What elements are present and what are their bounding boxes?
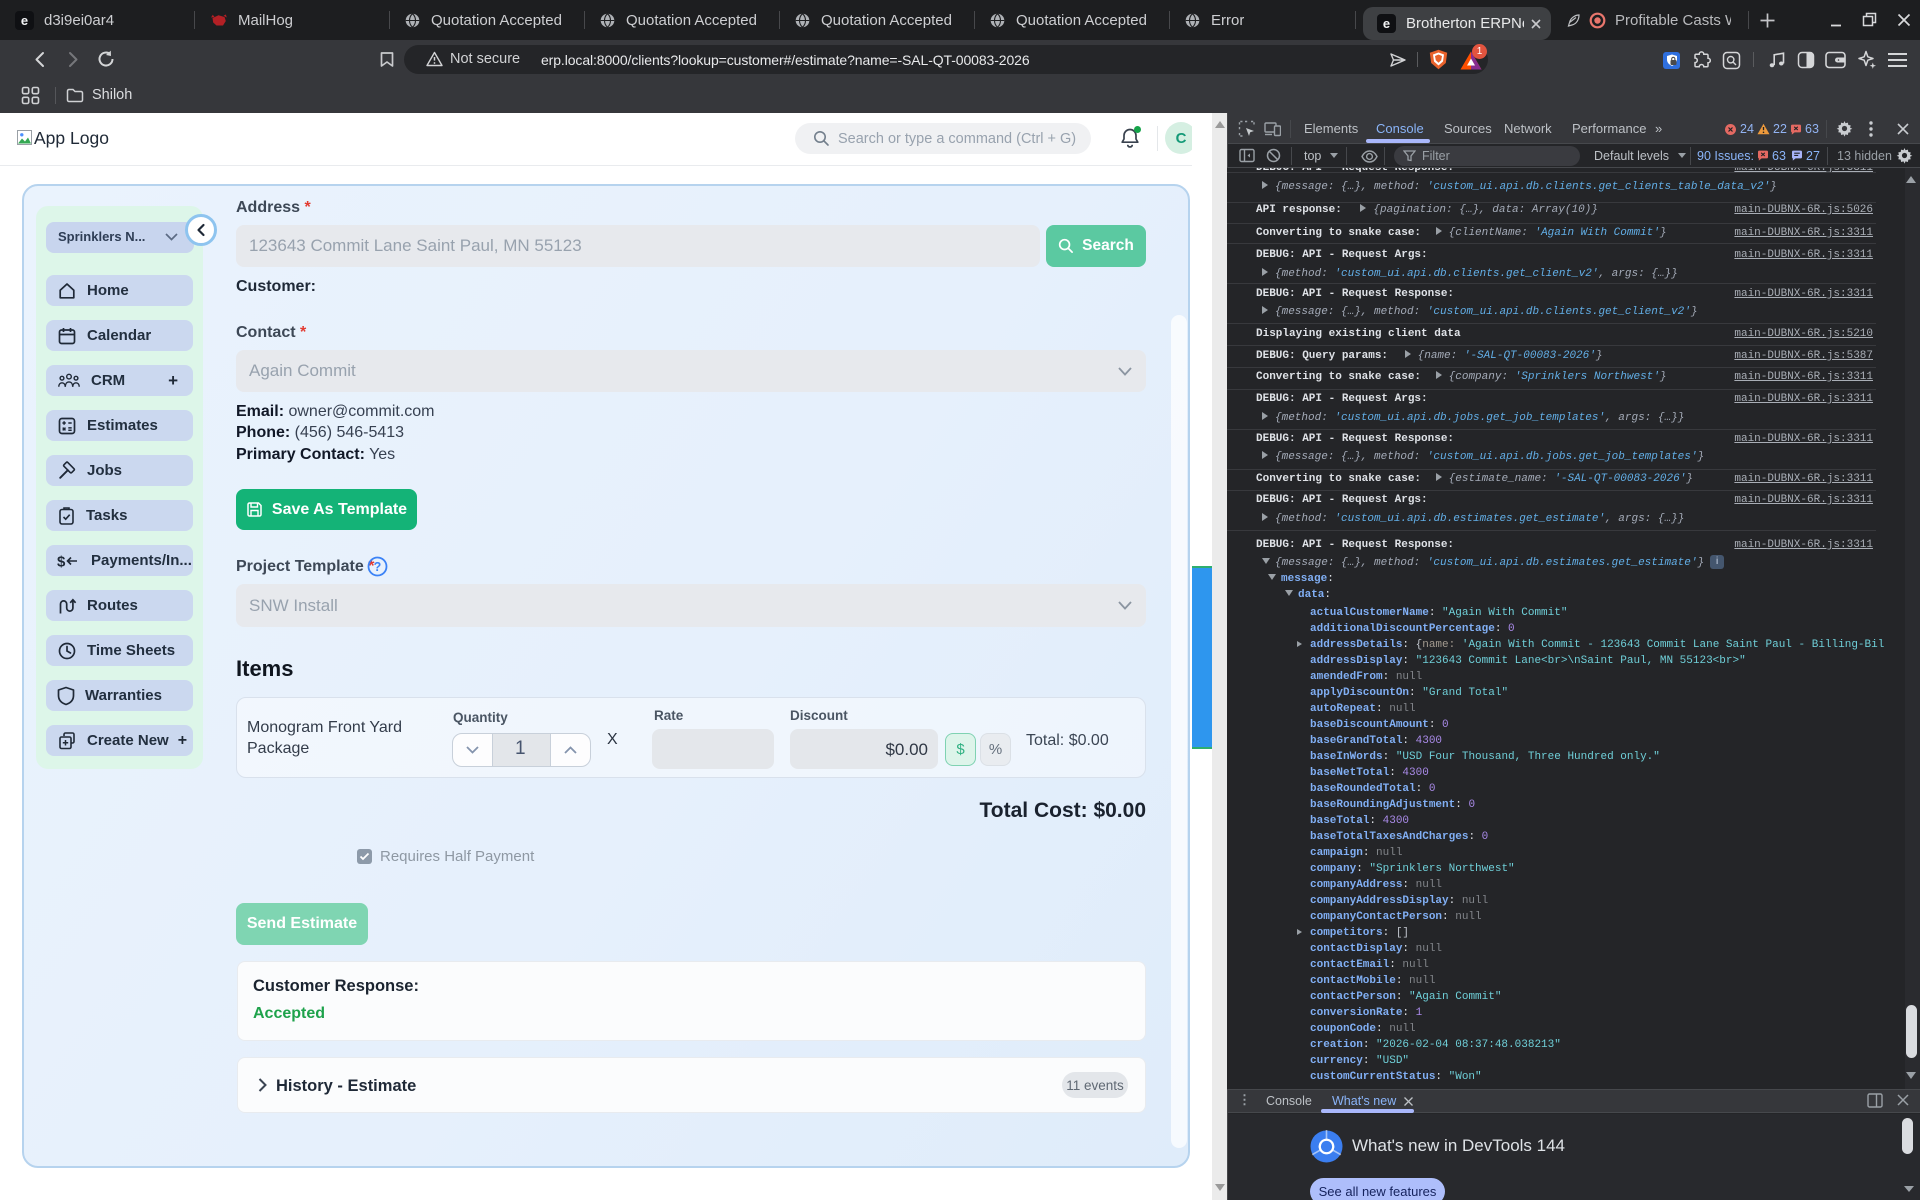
svg-text:$: $ xyxy=(57,553,66,570)
svg-text:?: ? xyxy=(374,560,382,574)
